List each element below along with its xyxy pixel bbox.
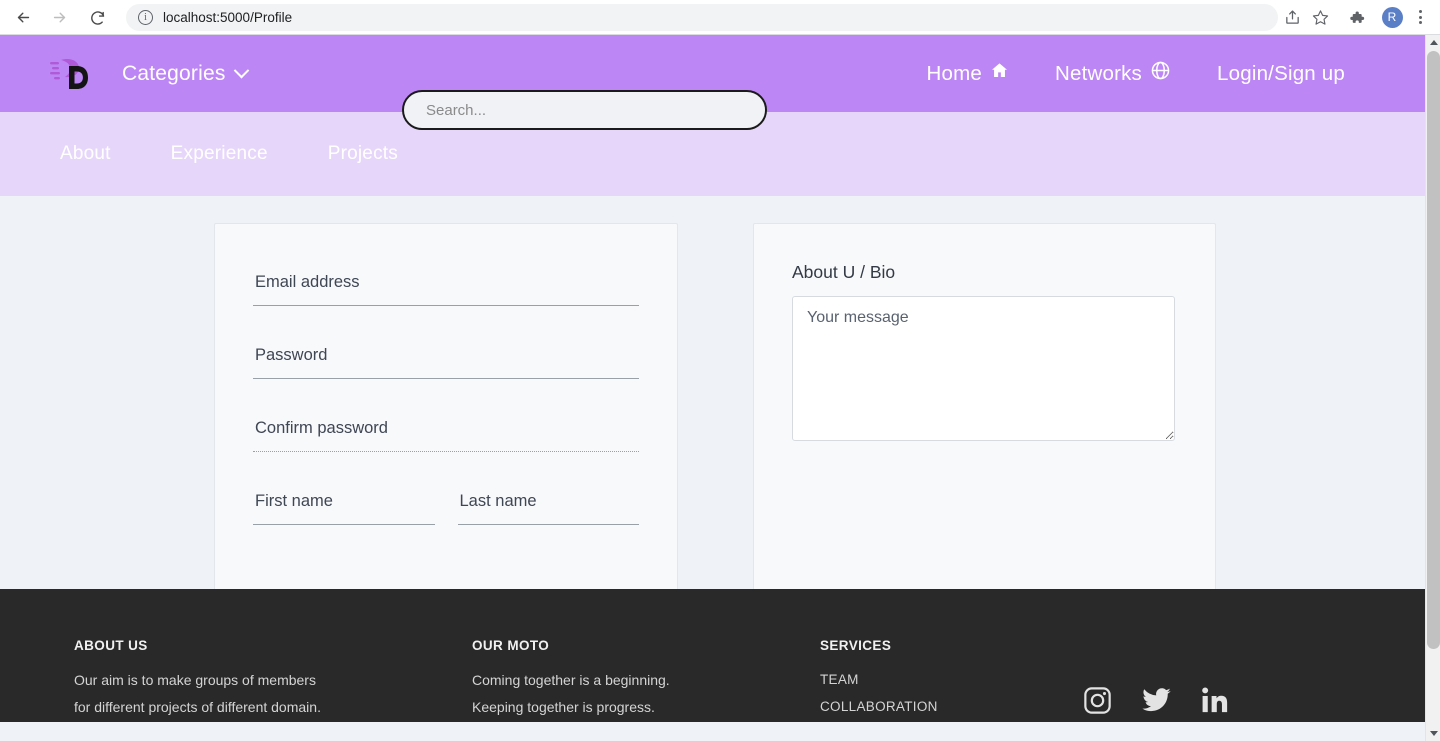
bio-label: About U / Bio bbox=[792, 262, 896, 282]
scroll-down-arrow-icon[interactable] bbox=[1426, 726, 1440, 741]
nav-link-networks[interactable]: Networks bbox=[1055, 60, 1171, 87]
footer-moto-line1: Coming together is a beginning. bbox=[472, 672, 670, 688]
instagram-icon[interactable] bbox=[1082, 685, 1113, 716]
footer-about-line2: for different projects of different doma… bbox=[74, 699, 321, 715]
search-input[interactable] bbox=[402, 90, 767, 130]
footer-service-collaboration[interactable]: COLLABORATION bbox=[820, 694, 1082, 721]
site-info-icon[interactable]: i bbox=[138, 9, 153, 25]
share-icon[interactable] bbox=[1278, 3, 1306, 31]
footer-column-services: SERVICES TEAM COLLABORATION EVENTS bbox=[820, 638, 1082, 722]
subnav-item-projects[interactable]: Projects bbox=[328, 143, 398, 165]
three-dot-menu-icon[interactable] bbox=[1406, 3, 1434, 31]
footer-moto-line2: Keeping together is progress. bbox=[472, 699, 655, 715]
puzzle-icon[interactable] bbox=[1342, 3, 1370, 31]
url-text: localhost:5000/Profile bbox=[163, 9, 293, 25]
star-icon[interactable] bbox=[1306, 3, 1334, 31]
last-name-input[interactable] bbox=[457, 485, 639, 525]
twitter-icon[interactable] bbox=[1140, 685, 1173, 716]
search-wrapper bbox=[402, 90, 767, 130]
code-diggers-logo[interactable] bbox=[50, 54, 94, 94]
toolbar-icons: R bbox=[1278, 3, 1440, 31]
footer-column-moto: OUR MOTO Coming together is a beginning.… bbox=[472, 638, 820, 722]
home-icon bbox=[990, 61, 1009, 86]
footer-column-about: ABOUT US Our aim is to make groups of me… bbox=[74, 638, 472, 722]
categories-menu[interactable]: Categories bbox=[122, 61, 249, 86]
field-last-name bbox=[457, 485, 639, 525]
footer-service-team[interactable]: TEAM bbox=[820, 667, 1082, 694]
forward-button[interactable] bbox=[44, 2, 74, 32]
field-email bbox=[253, 266, 639, 306]
nav-link-home[interactable]: Home bbox=[926, 61, 1008, 86]
signup-form-card bbox=[214, 223, 678, 591]
avatar-initial: R bbox=[1381, 6, 1403, 28]
page-scrollbar[interactable] bbox=[1425, 35, 1440, 741]
footer-moto-title: OUR MOTO bbox=[472, 638, 550, 653]
password-input[interactable] bbox=[253, 339, 639, 379]
footer-about-title: ABOUT US bbox=[74, 638, 148, 653]
first-name-input[interactable] bbox=[253, 485, 435, 525]
footer-moto-line3: collaborating teams is success. bbox=[472, 721, 820, 722]
linkedin-icon[interactable] bbox=[1200, 685, 1231, 716]
chevron-down-icon bbox=[233, 62, 249, 79]
footer-about-line1: Our aim is to make groups of members bbox=[74, 672, 316, 688]
name-row bbox=[253, 485, 639, 525]
nav-link-home-label: Home bbox=[926, 61, 982, 85]
nav-link-login-label: Login/Sign up bbox=[1217, 61, 1345, 85]
footer-service-events[interactable]: EVENTS bbox=[820, 720, 1082, 722]
confirm-password-input[interactable] bbox=[253, 412, 639, 452]
browser-toolbar: i localhost:5000/Profile R bbox=[0, 0, 1440, 35]
site-footer: ABOUT US Our aim is to make groups of me… bbox=[0, 589, 1425, 722]
bio-card: About U / Bio bbox=[753, 223, 1216, 591]
subnav-item-experience[interactable]: Experience bbox=[171, 143, 268, 165]
footer-services-title: SERVICES bbox=[820, 638, 892, 653]
globe-icon bbox=[1150, 60, 1171, 87]
nav-link-networks-label: Networks bbox=[1054, 61, 1143, 85]
subnav-item-about[interactable]: About bbox=[60, 143, 111, 165]
scrollbar-thumb[interactable] bbox=[1427, 51, 1440, 649]
scroll-up-arrow-icon[interactable] bbox=[1426, 35, 1440, 50]
field-password bbox=[253, 339, 639, 379]
categories-label: Categories bbox=[122, 61, 226, 85]
footer-social-links bbox=[1082, 638, 1231, 722]
address-bar[interactable]: i localhost:5000/Profile bbox=[126, 3, 1278, 31]
profile-avatar[interactable]: R bbox=[1378, 3, 1406, 31]
main-content: About U / Bio bbox=[0, 196, 1425, 591]
site-navbar: Categories Home Networks Login/Sign up bbox=[0, 35, 1425, 130]
nav-link-login-signup[interactable]: Login/Sign up bbox=[1217, 62, 1345, 86]
email-input[interactable] bbox=[253, 266, 639, 306]
bio-textarea[interactable] bbox=[792, 296, 1175, 441]
footer-columns: ABOUT US Our aim is to make groups of me… bbox=[0, 638, 1425, 722]
field-confirm-password bbox=[253, 412, 639, 452]
primary-nav-links: Home Networks Login/Sign up bbox=[926, 60, 1401, 87]
back-button[interactable] bbox=[8, 2, 38, 32]
reload-button[interactable] bbox=[82, 2, 112, 32]
page-viewport: Categories Home Networks Login/Sign up bbox=[0, 35, 1425, 741]
field-first-name bbox=[253, 485, 435, 525]
